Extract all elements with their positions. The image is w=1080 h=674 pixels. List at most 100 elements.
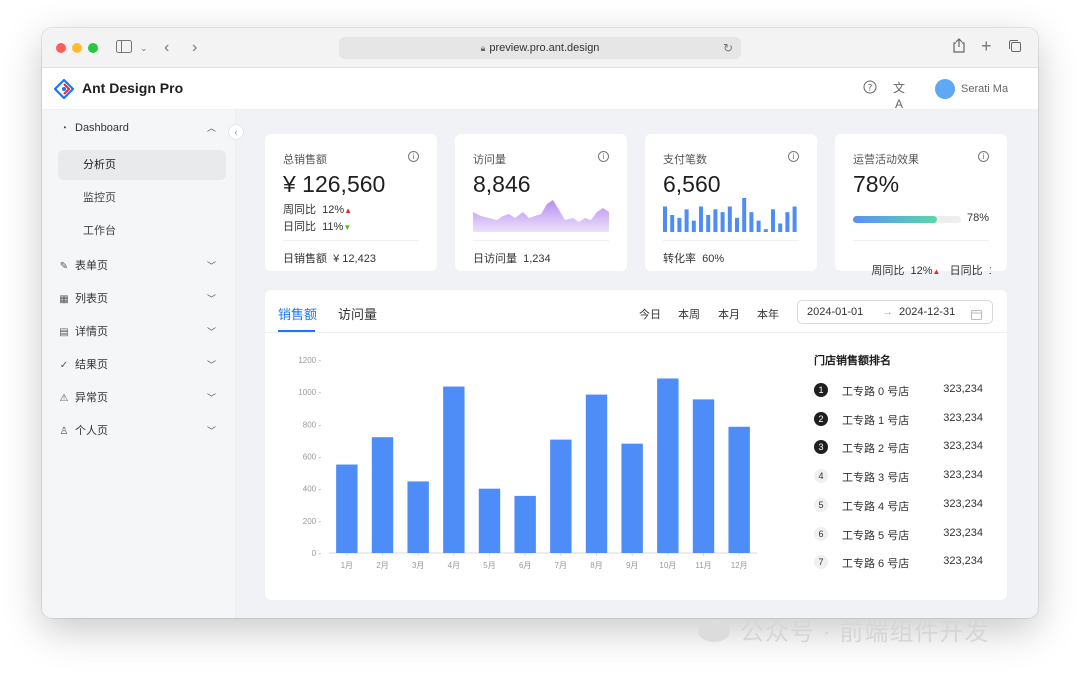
range-today[interactable]: 今日 [639,306,661,322]
minimize-window-button[interactable] [72,43,82,53]
sparkline-bar [684,209,689,232]
chevron-up-icon: ︿ [206,123,216,133]
info-icon[interactable]: i [978,151,989,162]
y-tick-label: 1200 - [298,356,321,365]
sales-bar[interactable] [621,443,643,553]
sidebar-item-account[interactable]: ♙ 个人页 ﹀ [58,417,226,445]
date-start[interactable]: 2024-01-01 [807,301,863,323]
store-name: 工专路 4 号店 [842,500,910,513]
sidebar-item-dashboard[interactable]: ◔ Dashboard ︿ [58,114,226,142]
new-tab-icon[interactable]: + [981,36,992,56]
calendar-icon[interactable] [971,306,982,328]
sidebar-toggle-icon[interactable] [116,38,132,58]
x-tick-label: 1月 [341,561,353,570]
card-divider [473,240,609,241]
tab-sales[interactable]: 销售额 [278,304,317,323]
card-footer: 转化率 60% [663,253,725,265]
info-icon[interactable]: i [408,151,419,162]
address-bar[interactable]: 🔒︎ preview.pro.ant.design ↻ [339,37,741,59]
sidebar: ◔ Dashboard ︿ 分析页 监控页 工作台 ✎ 表单页 ﹀ ▦ 列表页 ﹀ ▤… [42,110,236,618]
rank-number: 7 [814,555,828,570]
sparkline-bar [785,212,790,232]
arrow-right-icon: → [882,306,893,318]
chevron-down-icon: ﹀ [206,327,216,337]
sales-bar[interactable] [371,437,394,553]
avatar[interactable] [935,79,955,99]
info-icon[interactable]: i [788,151,799,162]
sales-bar[interactable] [657,378,679,553]
collapse-sidebar-button[interactable]: ‹ [228,124,244,140]
sales-bar[interactable] [728,426,750,553]
sparkline-bar [720,212,725,232]
maximize-window-button[interactable] [88,43,98,53]
sales-bar[interactable] [585,394,608,553]
x-tick-label: 8月 [590,561,602,570]
share-icon[interactable] [953,38,965,58]
card-value: ¥ 126,560 [283,171,386,197]
y-tick-label: 1000 - [298,388,321,397]
username[interactable]: Serati Ma [961,83,1008,95]
sidebar-item-label: 异常页 [75,392,108,404]
tab-overview-icon[interactable] [1008,38,1022,58]
y-tick-label: 800 - [303,420,322,429]
card-footer: 周同比 12%▲ 日同比 11% [853,250,991,290]
sales-bar[interactable] [443,386,465,553]
card-title: 支付笔数 [663,154,707,166]
forward-icon[interactable]: › [192,38,197,58]
caret-up-icon: ▲ [344,206,353,215]
sales-panel: 销售额 访问量 今日 本周 本月 本年 2024-01-01 → 2024-12… [265,290,1007,600]
store-sales: 323,234 [943,469,983,482]
store-sales: 323,234 [943,526,983,539]
sidebar-item-label: 表单页 [75,260,108,272]
sidebar-item-profile[interactable]: ▤ 详情页 ﹀ [58,318,226,346]
sidebar-item-list[interactable]: ▦ 列表页 ﹀ [58,285,226,313]
x-tick-label: 6月 [519,561,531,570]
x-tick-label: 10月 [659,561,676,570]
help-icon[interactable]: ? [862,80,878,96]
back-icon[interactable]: ‹ [164,38,169,58]
sidebar-subitem-monitor[interactable]: 监控页 [58,183,226,213]
brand-title[interactable]: Ant Design Pro [82,80,183,96]
trend-label: 日同比 [283,221,316,233]
date-range-picker[interactable]: 2024-01-01 → 2024-12-31 [797,300,993,324]
rank-number: 2 [814,411,828,426]
sales-bar[interactable] [692,399,715,553]
sparkline-bar [792,206,797,232]
payments-card: 支付笔数 i 6,560 转化率 60% [645,134,817,271]
rank-number: 1 [814,383,828,397]
date-end[interactable]: 2024-12-31 [899,301,955,323]
tab-visits[interactable]: 访问量 [338,304,377,323]
info-icon[interactable]: i [598,151,609,162]
browser-toolbar: ⌄ ‹ › 🔒︎ preview.pro.ant.design ↻ + [42,28,1038,68]
ranking-row: 1 工专路 0 号店 323,234 [814,380,986,400]
sidebar-item-exception[interactable]: ⚠ 异常页 ﹀ [58,384,226,412]
sales-bar[interactable] [336,464,358,553]
payments-bar-sparkline [663,198,797,232]
sparkline-bar [691,220,696,232]
table-icon: ▦ [59,294,69,305]
ant-design-logo-icon[interactable] [54,79,74,99]
sales-bar[interactable] [407,481,429,553]
close-window-button[interactable] [56,43,66,53]
store-sales: 323,234 [943,440,983,453]
range-month[interactable]: 本月 [718,306,740,322]
campaign-card: 运营活动效果 i 78% 78% 周同比 12%▲ 日同比 11% [835,134,1007,277]
sales-bar[interactable] [514,495,536,553]
ranking-row: 4 工专路 3 号店 323,234 [814,466,986,486]
sidebar-item-form[interactable]: ✎ 表单页 ﹀ [58,252,226,280]
sidebar-subitem-workplace[interactable]: 工作台 [58,216,226,246]
sidebar-item-label: Dashboard [75,122,129,134]
sidebar-subitem-analysis[interactable]: 分析页 [58,150,226,180]
sparkline-bar [727,206,732,232]
store-name: 工专路 3 号店 [842,472,910,485]
sidebar-item-label: 个人页 [75,425,108,437]
translate-icon[interactable]: 文A [891,80,907,111]
range-week[interactable]: 本周 [678,306,700,322]
range-year[interactable]: 本年 [757,306,779,322]
sales-bar[interactable] [550,439,572,553]
sidebar-item-result[interactable]: ✓ 结果页 ﹀ [58,351,226,379]
chevron-down-icon[interactable]: ⌄ [140,38,148,58]
reload-icon[interactable]: ↻ [723,37,733,59]
store-name: 工专路 0 号店 [842,386,910,398]
sales-bar[interactable] [478,488,501,553]
